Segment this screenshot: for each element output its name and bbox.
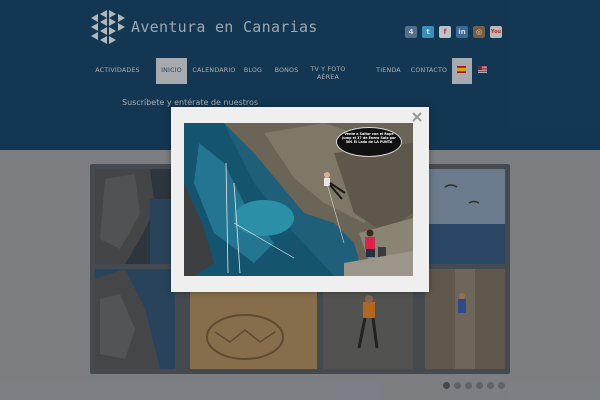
- modal-photo[interactable]: Vente a Saltar con el Rope Jump el 27 de…: [184, 123, 413, 276]
- lightbox-modal: Vente a Saltar con el Rope Jump el 27 de…: [171, 107, 429, 292]
- close-icon[interactable]: [411, 111, 423, 123]
- promo-text: Vente a Saltar con el Rope Jump el 27 de…: [342, 132, 396, 144]
